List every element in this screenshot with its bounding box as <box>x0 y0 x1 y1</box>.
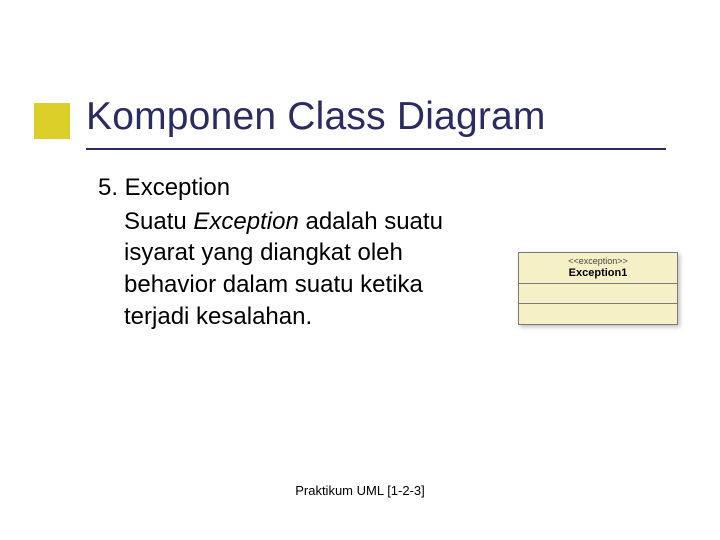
uml-class-name: Exception1 <box>523 267 673 279</box>
slide-footer: Praktikum UML [1-2-3] <box>0 483 720 498</box>
uml-operations-section <box>519 304 677 324</box>
uml-diagram: <<exception>> Exception1 <box>518 252 678 325</box>
slide-title: Komponen Class Diagram <box>86 95 546 139</box>
body-italic: Exception <box>193 208 298 235</box>
slide: Komponen Class Diagram 5. Exception Suat… <box>0 0 720 540</box>
section-heading: 5. Exception <box>98 172 468 204</box>
uml-stereotype: <<exception>> <box>523 256 673 266</box>
title-underline <box>86 148 666 150</box>
uml-attributes-section <box>519 284 677 304</box>
accent-square <box>34 103 70 139</box>
uml-class-box: <<exception>> Exception1 <box>518 252 678 325</box>
uml-header: <<exception>> Exception1 <box>519 253 677 284</box>
body-text: 5. Exception Suatu Exception adalah suat… <box>98 172 468 332</box>
body-pre: Suatu <box>124 208 193 235</box>
section-body: Suatu Exception adalah suatu isyarat yan… <box>124 206 468 333</box>
